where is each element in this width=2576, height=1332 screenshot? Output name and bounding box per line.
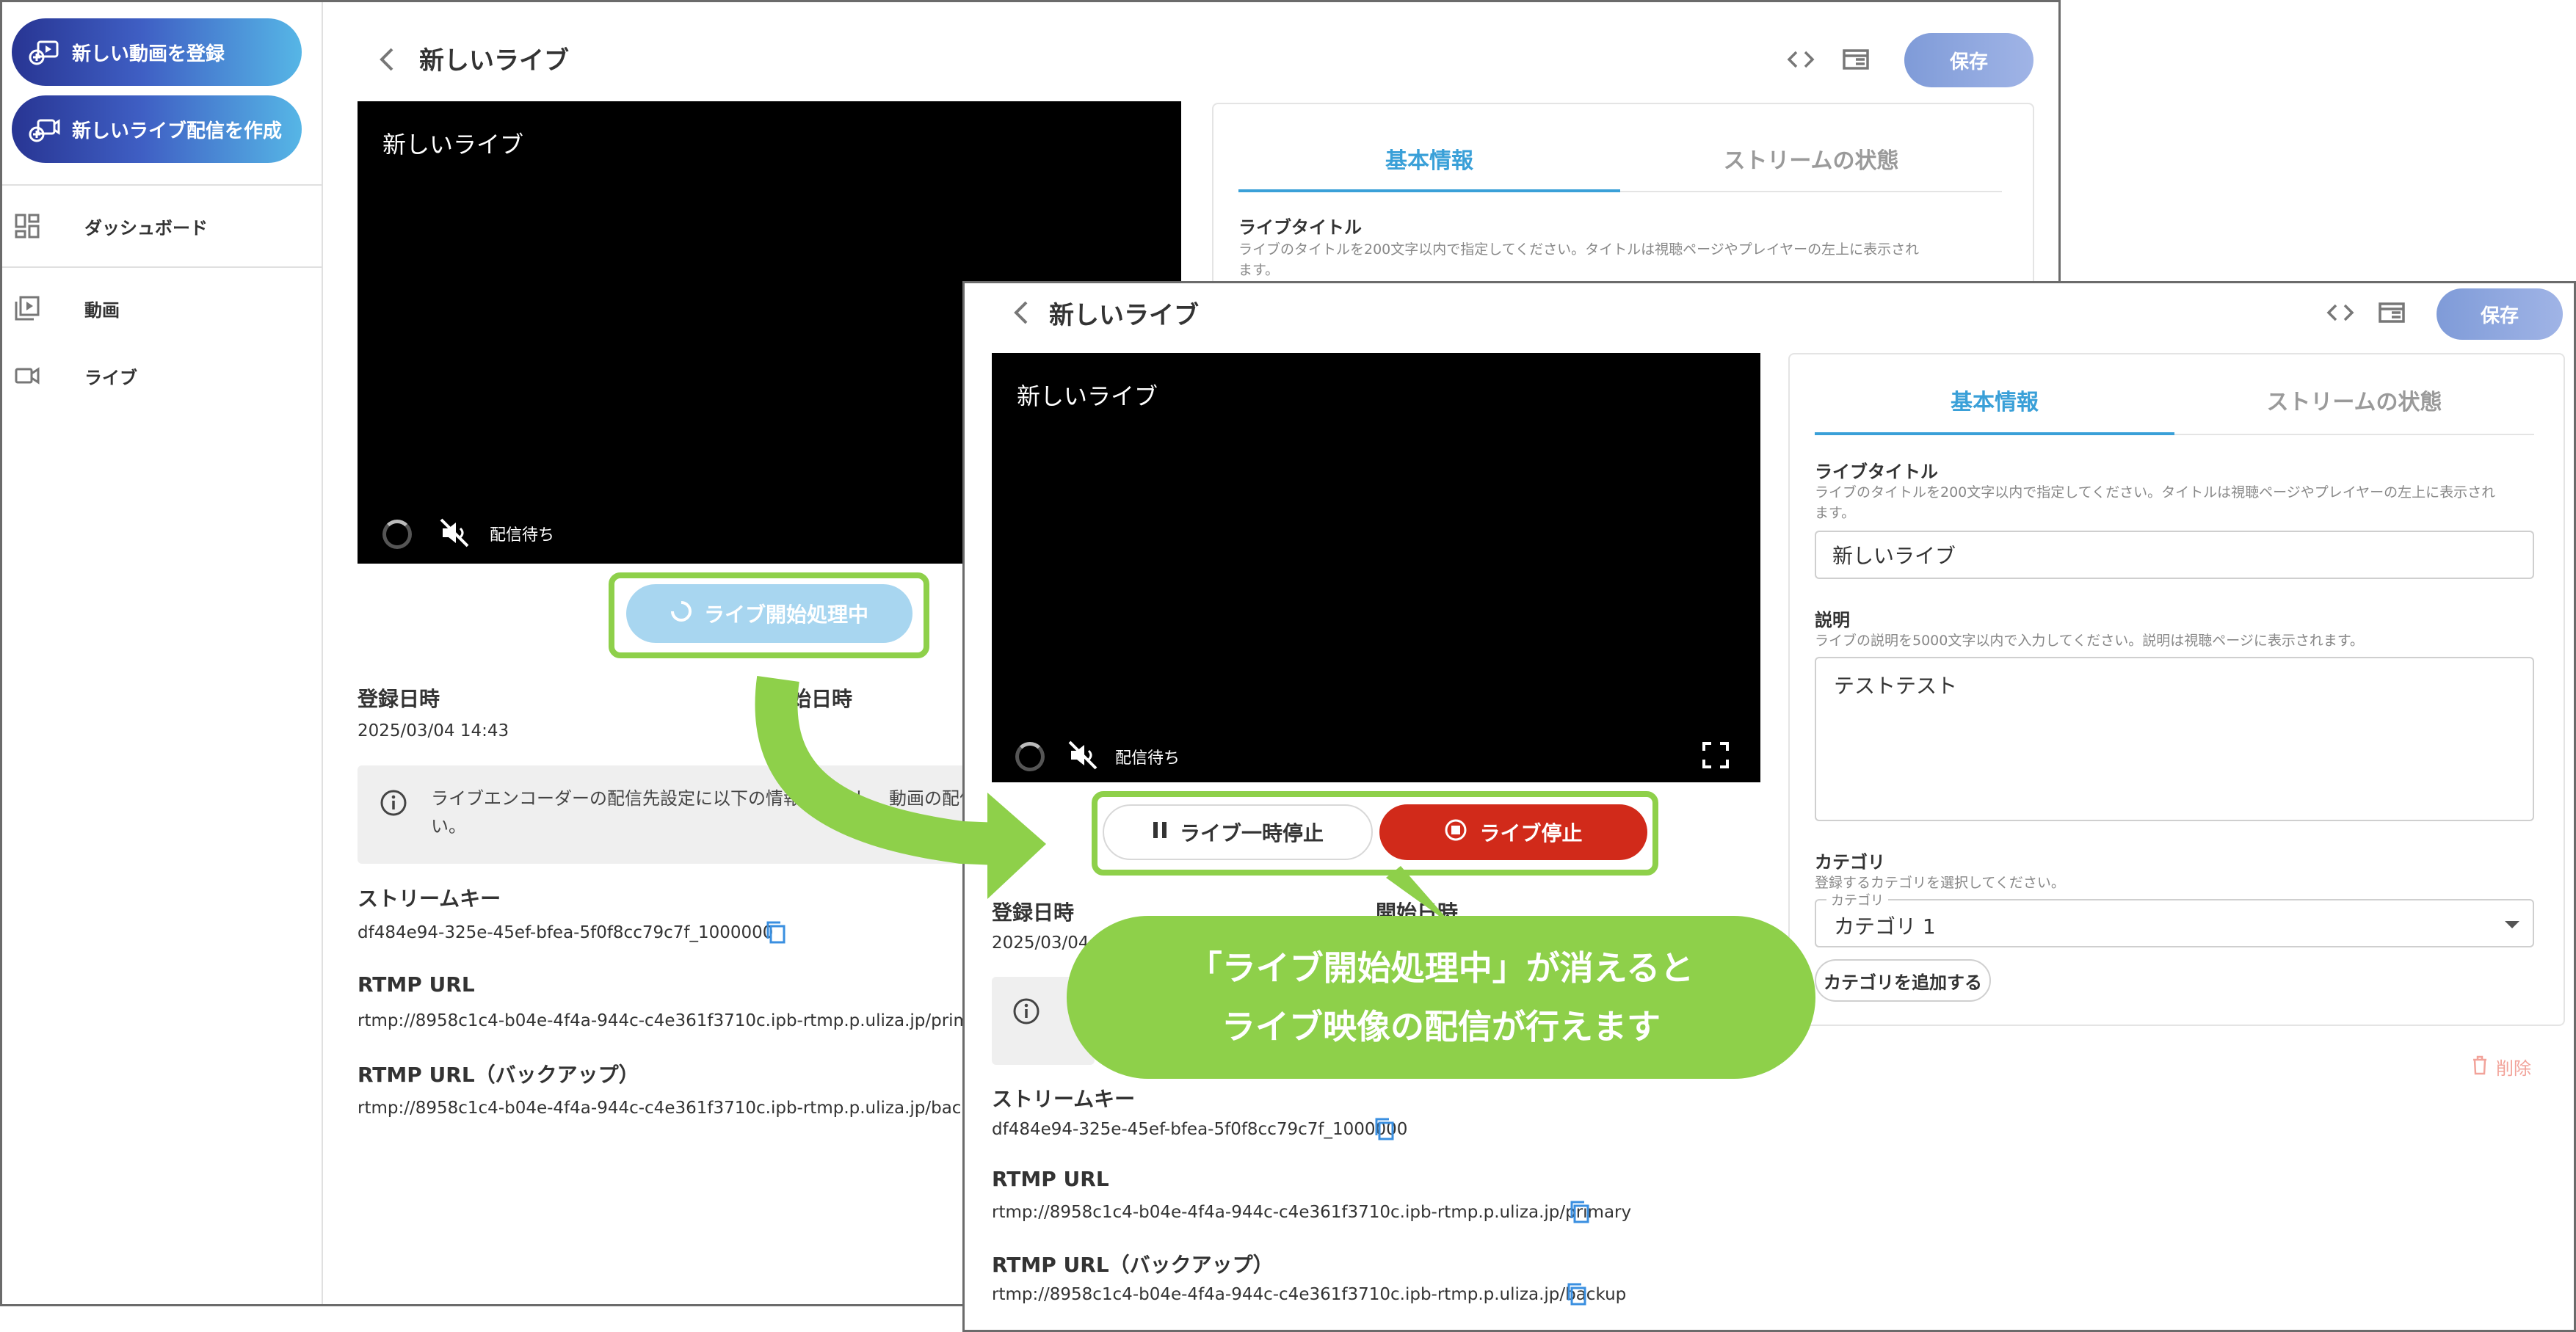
callout-bubble: 「ライブ開始処理中」が消えると ライブ映像の配信が行えます	[1067, 916, 1815, 1079]
annotation-overlay	[755, 676, 1454, 926]
arrow-head	[987, 793, 1046, 899]
curved-arrow	[755, 676, 1000, 865]
callout-line: ライブ映像の配信が行えます	[1222, 1007, 1661, 1047]
callout-line: 「ライブ開始処理中」が消えると	[1188, 948, 1694, 988]
